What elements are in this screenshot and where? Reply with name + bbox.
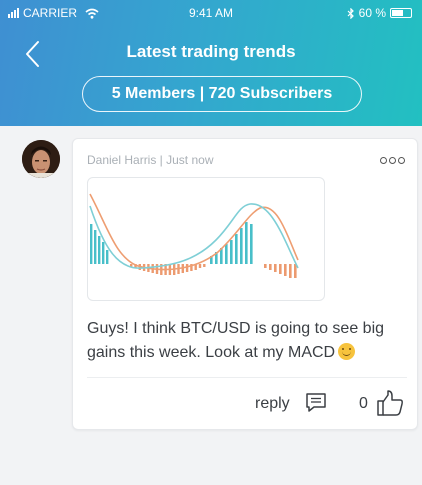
- divider: [87, 377, 407, 378]
- thumbs-up-icon[interactable]: [375, 389, 405, 417]
- post-card: Daniel Harris | Just now Guys! I think B…: [72, 138, 418, 430]
- post-chart-image: [87, 177, 325, 301]
- like-count: 0: [359, 395, 368, 412]
- post-text: Guys! I think BTC/USD is going to see bi…: [87, 317, 411, 365]
- more-options-icon[interactable]: [380, 157, 405, 164]
- page-title: Latest trading trends: [126, 42, 296, 61]
- smiley-emoji-icon: [338, 343, 356, 360]
- status-right: 60 %: [347, 6, 412, 20]
- comment-icon[interactable]: [305, 392, 327, 414]
- post-author-meta: Daniel Harris | Just now: [87, 153, 214, 167]
- status-bar: CARRIER 9:41 AM 60 %: [0, 0, 422, 24]
- avatar[interactable]: [22, 140, 60, 178]
- battery-label: 60 %: [358, 6, 386, 20]
- group-stats-pill: 5 Members | 720 Subscribers: [82, 76, 362, 112]
- macd-chart-icon: [89, 193, 299, 278]
- header-bar: CARRIER 9:41 AM 60 % Latest trading tren…: [0, 0, 422, 126]
- bluetooth-icon: [347, 7, 354, 19]
- reply-button[interactable]: reply: [255, 395, 290, 413]
- battery-icon: [390, 8, 412, 18]
- user-photo: [22, 140, 60, 178]
